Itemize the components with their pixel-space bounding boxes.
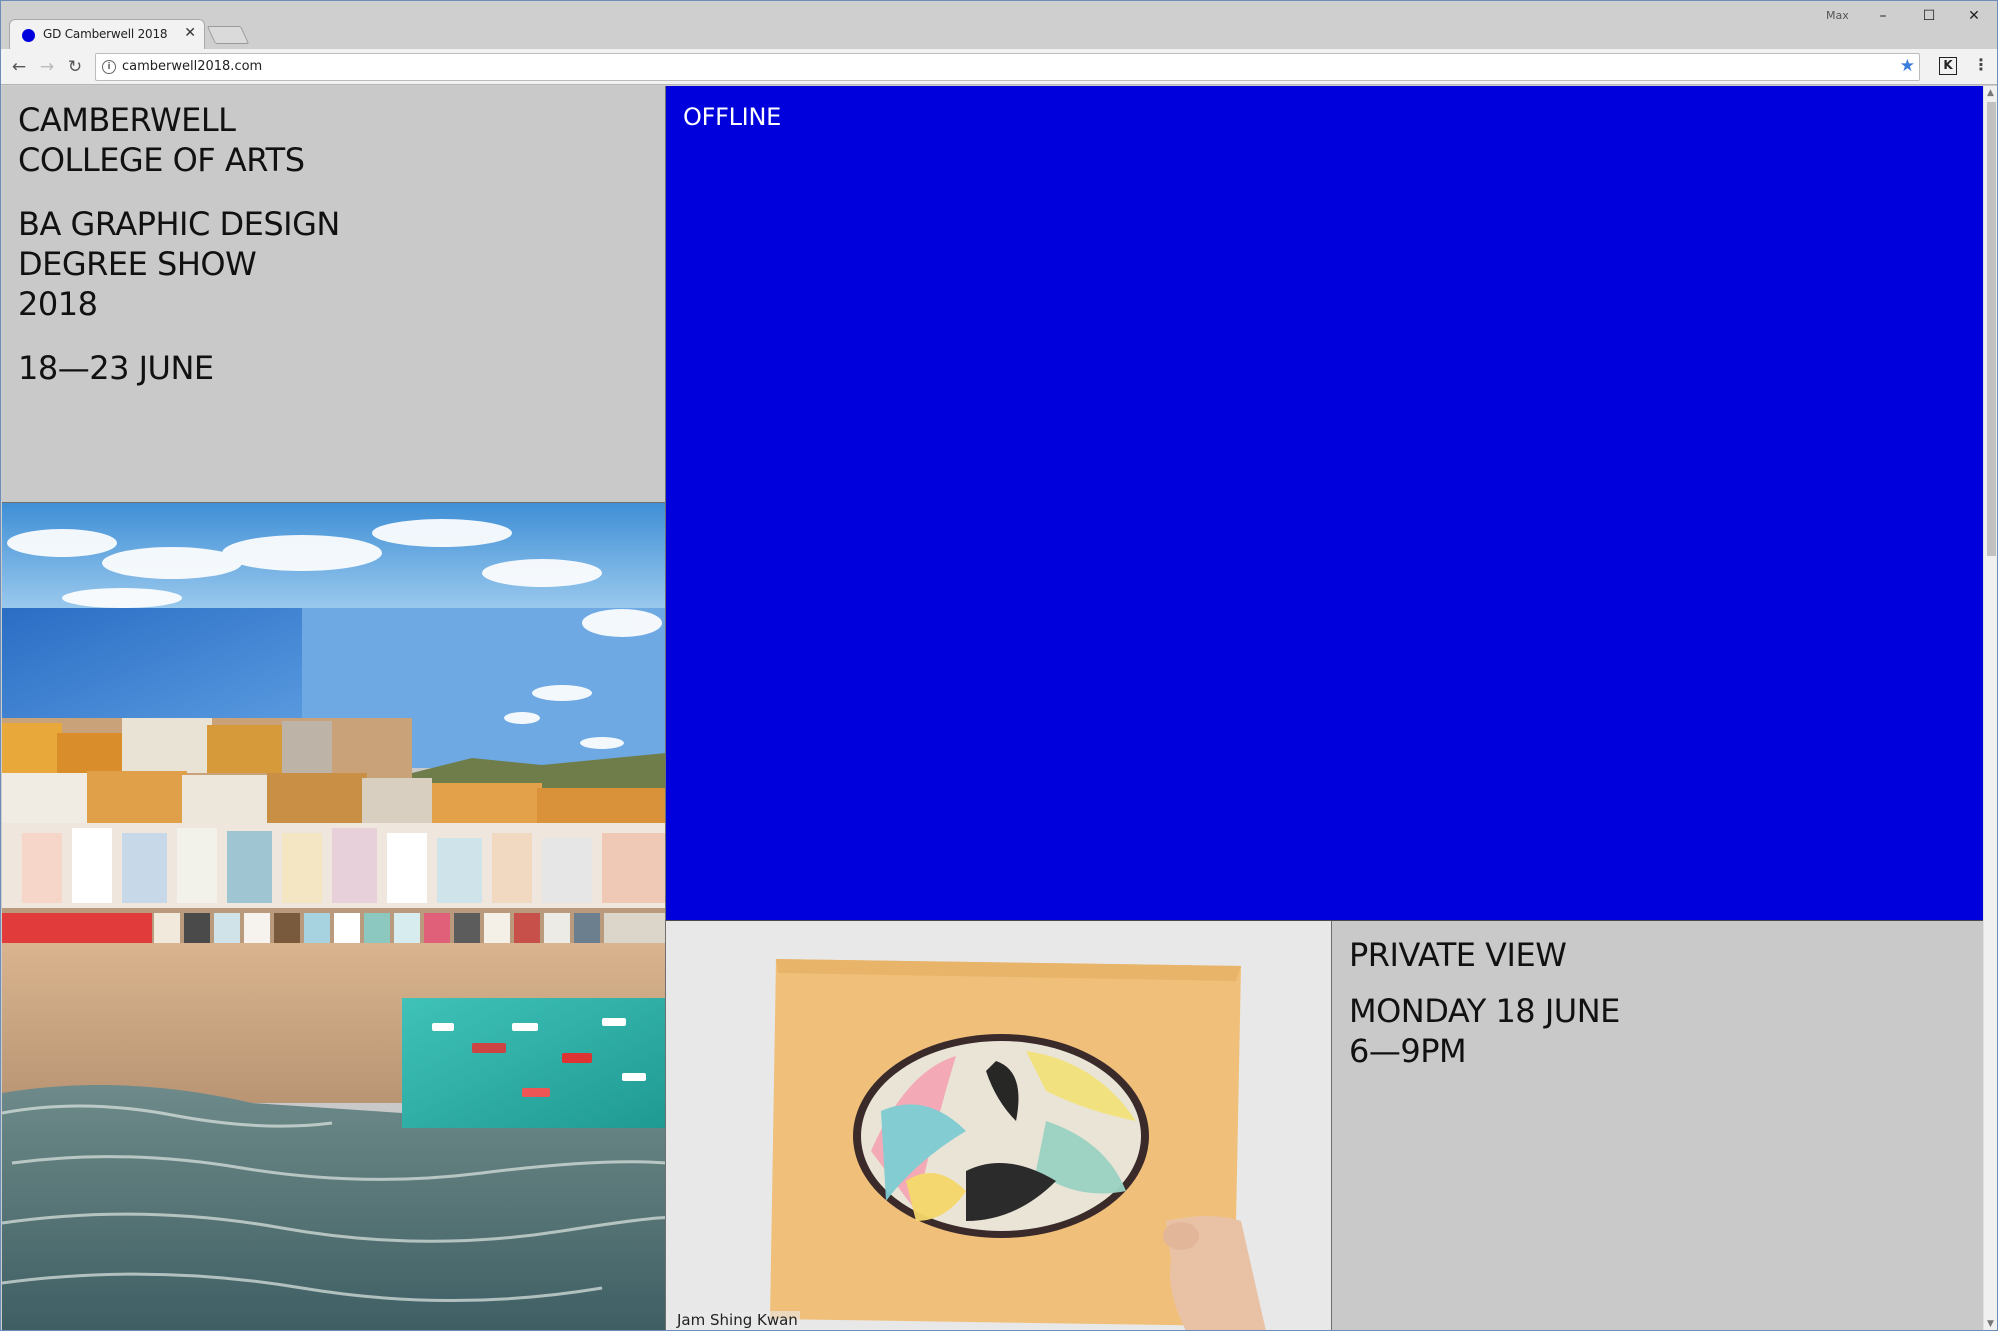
seaside-collage-image: [2, 503, 666, 1330]
browser-toolbar: ← → ↻ i camberwell2018.com ★ K ⋮: [1, 49, 1997, 85]
private-view-panel: PRIVATE VIEW MONDAY 18 JUNE 6—9PM: [1332, 921, 1983, 1330]
private-view-datetime: MONDAY 18 JUNE 6—9PM: [1349, 992, 1620, 1070]
tab-close-icon[interactable]: ✕: [184, 25, 196, 41]
url-text[interactable]: camberwell2018.com: [122, 59, 262, 74]
institution-name: CAMBERWELL COLLEGE OF ARTS: [18, 101, 305, 179]
scroll-down-arrow-icon[interactable]: ▼: [1987, 1319, 1994, 1329]
bookmark-star-icon[interactable]: ★: [1900, 56, 1915, 76]
reload-button[interactable]: ↻: [63, 55, 87, 79]
scroll-thumb[interactable]: [1987, 102, 1996, 556]
tab-strip: GD Camberwell 2018 ✕ Max – ☐ ✕: [1, 1, 1997, 49]
favicon-icon: [22, 29, 35, 42]
browser-window: GD Camberwell 2018 ✕ Max – ☐ ✕ ← → ↻ i c…: [0, 0, 1998, 1331]
offline-link[interactable]: OFFLINE: [683, 103, 781, 131]
browser-tab[interactable]: GD Camberwell 2018 ✕: [9, 19, 205, 49]
site-info-icon[interactable]: i: [102, 60, 116, 74]
close-window-button[interactable]: ✕: [1952, 3, 1996, 29]
course-title: BA GRAPHIC DESIGN DEGREE SHOW 2018: [18, 205, 340, 323]
private-view-heading: PRIVATE VIEW: [1349, 936, 1567, 974]
card-artwork: [666, 921, 1331, 1330]
minimize-button[interactable]: –: [1861, 3, 1905, 29]
page-scrollbar[interactable]: ▲ ▼: [1983, 86, 1997, 1330]
extension-icon[interactable]: K: [1939, 57, 1957, 75]
address-bar[interactable]: i camberwell2018.com ★: [95, 53, 1920, 81]
page-content: CAMBERWELL COLLEGE OF ARTS BA GRAPHIC DE…: [2, 86, 1983, 1330]
back-button[interactable]: ←: [7, 55, 31, 79]
collage-artwork: [2, 503, 665, 1330]
maximize-button[interactable]: ☐: [1907, 3, 1951, 29]
featured-work-image[interactable]: Jam Shing Kwan: [666, 921, 1332, 1330]
profile-name[interactable]: Max: [1826, 9, 1849, 22]
scroll-up-arrow-icon[interactable]: ▲: [1987, 88, 1994, 98]
browser-menu-icon[interactable]: ⋮: [1973, 55, 1989, 74]
forward-button[interactable]: →: [35, 55, 59, 79]
title-panel: CAMBERWELL COLLEGE OF ARTS BA GRAPHIC DE…: [2, 86, 666, 503]
new-tab-button[interactable]: [206, 26, 250, 44]
show-dates: 18—23 JUNE: [18, 349, 214, 387]
offline-panel[interactable]: OFFLINE: [666, 86, 1983, 921]
artist-caption: Jam Shing Kwan: [675, 1311, 800, 1329]
tab-title: GD Camberwell 2018: [43, 27, 168, 41]
